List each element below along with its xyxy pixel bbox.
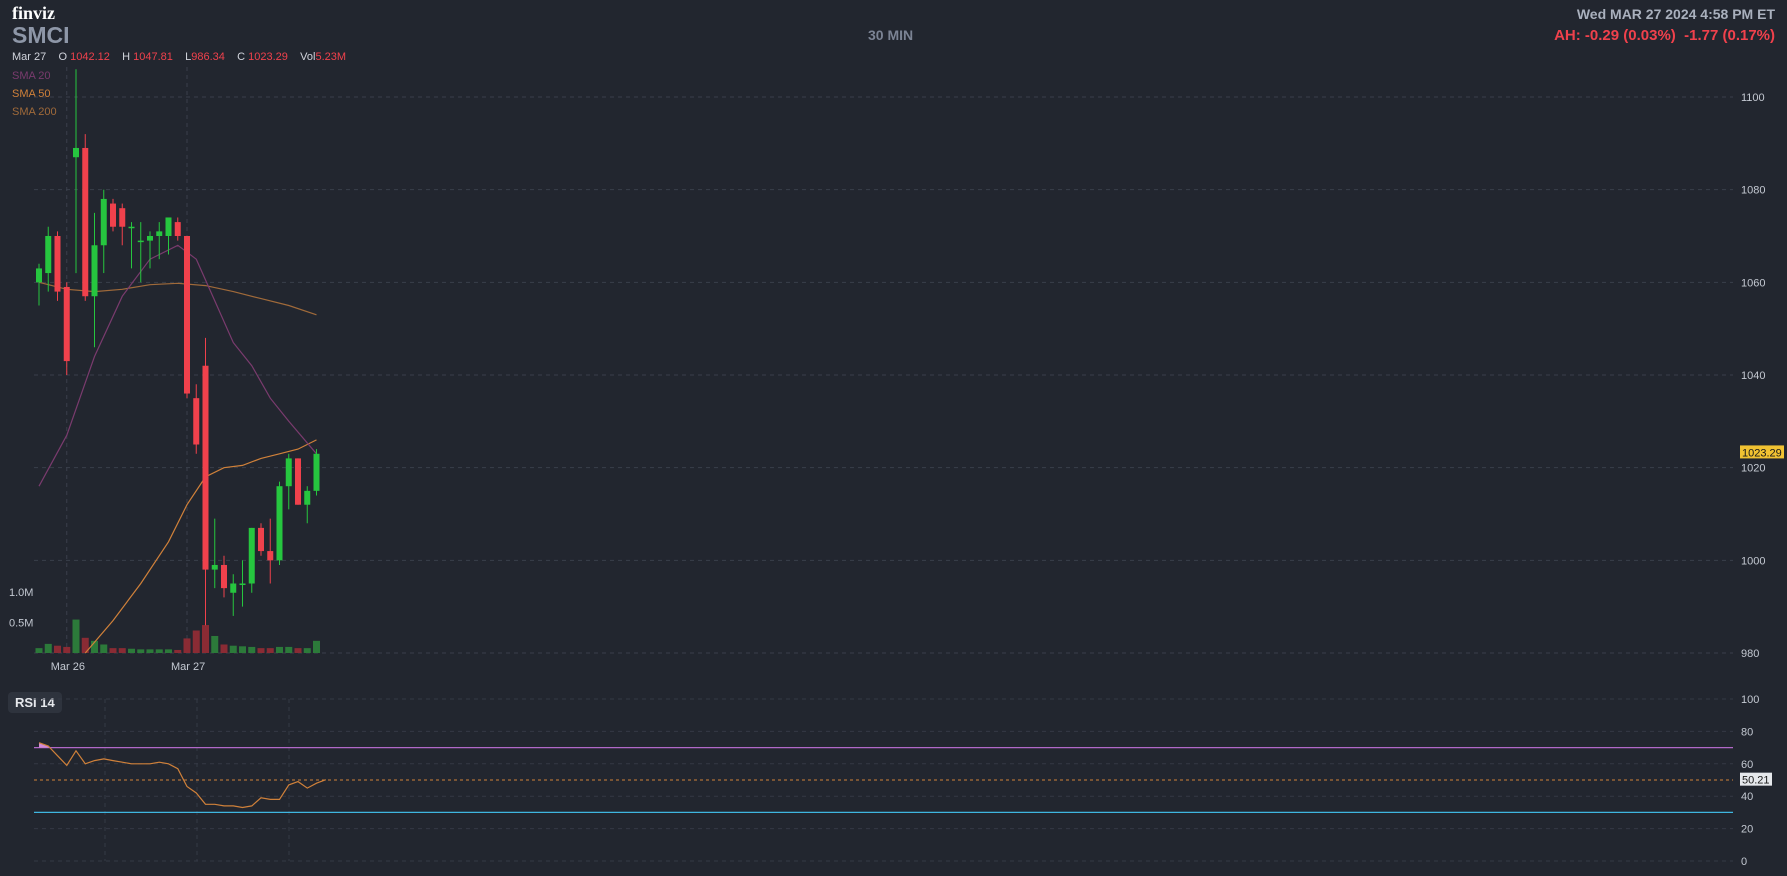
volume-bar — [146, 649, 154, 653]
volume-bar — [109, 648, 117, 653]
candle-body — [258, 527, 264, 552]
rsi-tick-label: 100 — [1741, 694, 1759, 706]
volume-bar — [285, 646, 293, 653]
candle-body — [73, 147, 79, 158]
rsi-tick-label: 40 — [1741, 791, 1753, 803]
candle-body — [45, 236, 52, 274]
candle-body — [304, 490, 311, 505]
candle-body — [184, 236, 190, 394]
rsi-last-value-label: 50.21 — [1742, 775, 1770, 787]
candle-body — [202, 365, 209, 570]
volume-bar — [211, 635, 219, 653]
volume-bar — [257, 648, 265, 653]
volume-bar — [165, 649, 172, 653]
candle-body — [119, 208, 126, 227]
volume-bar — [54, 645, 61, 653]
candle-body — [174, 222, 181, 236]
last-price-label: 1023.29 — [1742, 447, 1782, 459]
rsi-tick-label: 60 — [1741, 759, 1753, 771]
rsi-line — [38, 742, 327, 809]
volume-bar — [276, 646, 283, 653]
candle-body — [221, 564, 227, 589]
candle-body — [82, 147, 89, 297]
volume-bar — [313, 640, 320, 653]
date-tick-label: Mar 27 — [171, 661, 205, 673]
rsi-tick-label: 80 — [1741, 726, 1753, 738]
volume-bar — [155, 649, 163, 653]
rsi-tick-label: 20 — [1741, 824, 1753, 836]
candle-body — [137, 240, 144, 243]
volume-bar — [202, 625, 209, 653]
price-tick-label: 1020 — [1741, 463, 1765, 475]
volume-bar — [294, 648, 302, 653]
candle-body — [313, 453, 320, 491]
candle-body — [165, 217, 172, 236]
candle-body — [239, 583, 246, 585]
volume-tick-label: 0.5M — [9, 618, 33, 630]
candle-body — [276, 486, 283, 561]
volume-bar — [266, 648, 274, 653]
volume-bar — [100, 644, 108, 653]
volume-bar — [183, 638, 191, 653]
price-tick-label: 980 — [1741, 648, 1759, 660]
candle-body — [128, 226, 135, 229]
candle-body — [211, 564, 218, 570]
candle-body — [100, 198, 107, 246]
candle-body — [285, 458, 292, 487]
volume-bar — [192, 630, 200, 653]
volume-bar — [118, 648, 126, 653]
price-tick-label: 1000 — [1741, 555, 1765, 567]
candle-body — [36, 268, 42, 283]
candle-body — [193, 398, 200, 445]
volume-bar — [35, 648, 43, 653]
price-tick-label: 1040 — [1741, 370, 1765, 382]
sma200-line — [38, 281, 317, 316]
volume-bar — [239, 646, 246, 653]
candle-body — [54, 236, 61, 292]
volume-bar — [303, 648, 311, 653]
candle-body — [110, 203, 116, 227]
candle-body — [63, 286, 70, 362]
volume-bar — [44, 643, 52, 653]
date-tick-label: Mar 26 — [51, 661, 85, 673]
candle-body — [147, 236, 153, 241]
volume-bar — [174, 649, 182, 653]
price-chart[interactable]: 980100010201040106010801100Mar 26 Mar 271… — [0, 0, 1787, 876]
candle-body — [156, 231, 163, 236]
price-tick-label: 1060 — [1741, 277, 1765, 289]
candle-body — [91, 245, 98, 297]
candle-body — [230, 583, 237, 593]
sma20-line — [38, 244, 317, 487]
volume-bar — [220, 644, 228, 653]
rsi-tick-label: 0 — [1741, 856, 1747, 868]
volume-bar — [128, 648, 135, 653]
price-tick-label: 1080 — [1741, 185, 1765, 197]
volume-tick-label: 1.0M — [9, 587, 33, 599]
price-tick-label: 1100 — [1741, 92, 1765, 104]
candle-body — [295, 458, 301, 505]
volume-bar — [248, 646, 256, 653]
volume-bar — [229, 645, 237, 653]
volume-bar — [72, 619, 80, 653]
candle-body — [248, 527, 255, 584]
candle-body — [267, 551, 274, 561]
volume-bar — [137, 649, 145, 653]
volume-bar — [63, 646, 71, 653]
